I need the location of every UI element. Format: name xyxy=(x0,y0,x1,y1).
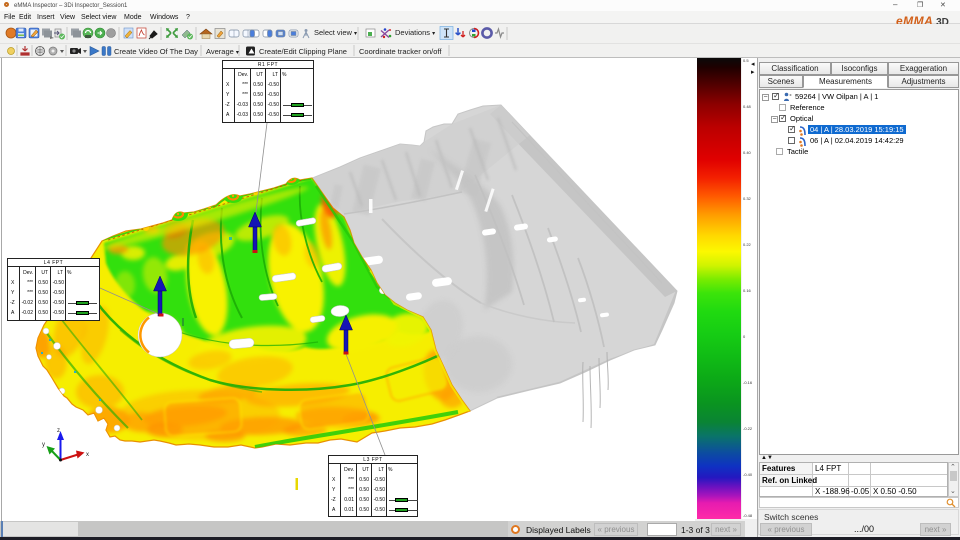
svg-text:z: z xyxy=(57,428,60,434)
svg-text:x: x xyxy=(86,452,89,458)
svg-text:y: y xyxy=(42,442,45,448)
